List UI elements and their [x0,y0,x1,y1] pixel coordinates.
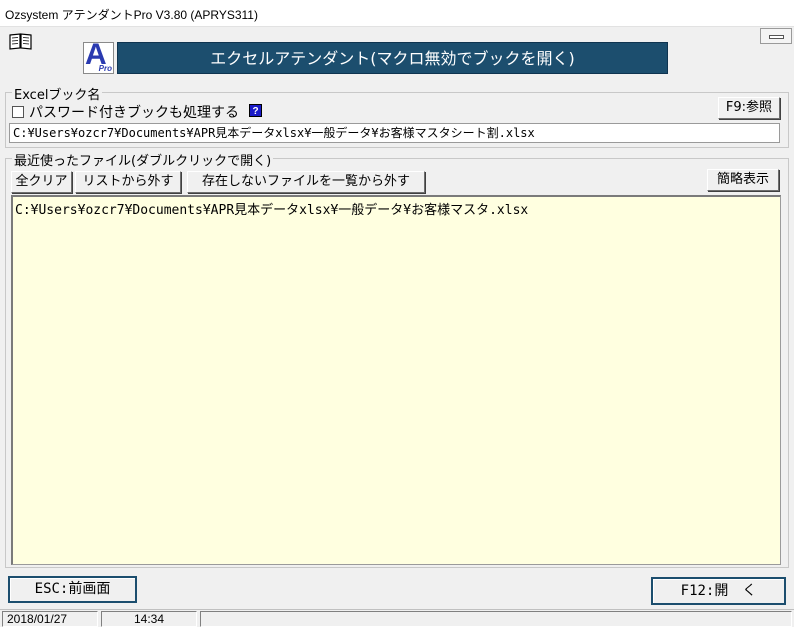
password-checkbox-label[interactable]: パスワード付きブックも処理する [29,102,239,122]
title-bar: Ozsystem アテンダントPro V3.80 (APRYS311) [0,0,794,27]
mode-banner: エクセルアテンダント(マクロ無効でブックを開く) [117,42,668,74]
recent-files-group-label: 最近使ったファイル(ダブルクリックで開く) [12,150,274,169]
browse-button[interactable]: F9:参照 [718,97,780,119]
help-icon[interactable]: ? [249,104,262,117]
recent-files-list[interactable]: C:¥Users¥ozcr7¥Documents¥APR見本データxlsx¥一般… [11,195,781,565]
compact-view-button[interactable]: 簡略表示 [707,169,779,191]
list-item[interactable]: C:¥Users¥ozcr7¥Documents¥APR見本データxlsx¥一般… [15,199,528,218]
open-button[interactable]: F12:開 く [651,577,786,605]
remove-missing-files-button[interactable]: 存在しないファイルを一覧から外す [187,171,425,193]
status-time: 14:34 [101,611,197,627]
status-message [200,611,792,627]
clear-all-button[interactable]: 全クリア [11,171,72,193]
status-date: 2018/01/27 [2,611,98,627]
password-checkbox[interactable] [12,106,24,118]
remove-from-list-button[interactable]: リストから外す [75,171,181,193]
app-logo: A Pro [83,40,114,74]
book-icon[interactable] [8,32,33,50]
logo-sub: Pro [98,64,112,73]
window-title: Ozsystem アテンダントPro V3.80 (APRYS311) [5,8,258,22]
minimize-button[interactable] [760,28,792,44]
esc-back-button[interactable]: ESC:前画面 [8,576,137,603]
status-bar: 2018/01/27 14:34 [0,609,794,627]
workbook-path-field[interactable]: C:¥Users¥ozcr7¥Documents¥APR見本データxlsx¥一般… [9,123,780,143]
workbook-group-label: Excelブック名 [12,84,103,103]
minimize-icon [769,35,784,39]
